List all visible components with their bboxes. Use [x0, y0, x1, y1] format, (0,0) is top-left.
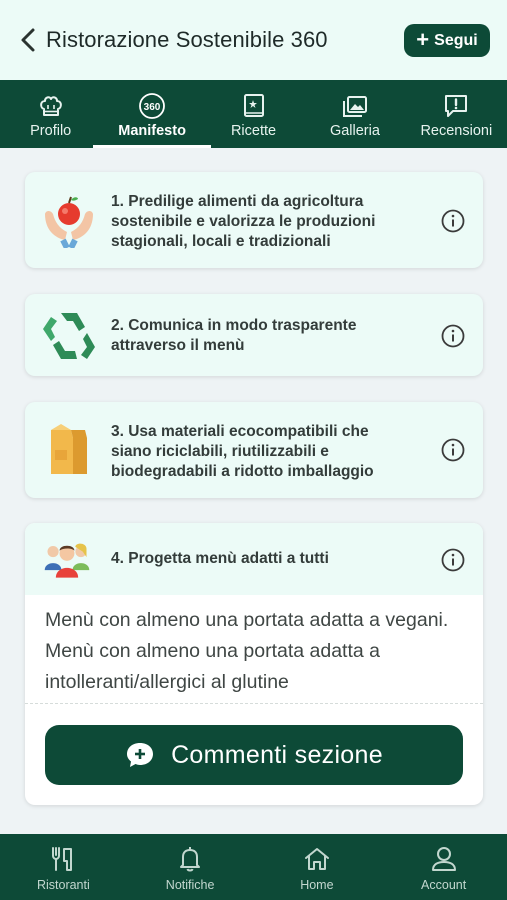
page-title: Ristorazione Sostenibile 360	[46, 27, 328, 52]
info-icon[interactable]	[441, 548, 465, 572]
tab-label: Manifesto	[118, 123, 186, 139]
nav-label: Ristoranti	[36, 878, 90, 892]
chef-hat-icon	[39, 96, 62, 116]
tab-recensioni[interactable]: Recensioni	[406, 80, 507, 148]
gallery-icon	[342, 96, 367, 117]
nav-home[interactable]: Home	[254, 834, 381, 900]
info-icon[interactable]	[441, 438, 465, 462]
paper-bag-icon	[51, 424, 87, 474]
hands-apple-icon	[45, 196, 93, 248]
home-icon	[304, 848, 329, 870]
plus-icon: +	[416, 26, 430, 52]
tab-label: Profilo	[30, 123, 72, 139]
tab-label: Recensioni	[420, 123, 493, 139]
cutlery-icon	[52, 847, 73, 871]
manifesto-item-2[interactable]: 2. Comunica in modo trasparente attraver…	[25, 294, 483, 376]
tab-ricette[interactable]: Ricette	[203, 80, 304, 148]
info-icon[interactable]	[441, 324, 465, 348]
app-header: Ristorazione Sostenibile 360 + Segui	[0, 0, 507, 80]
tab-label: Ricette	[230, 123, 277, 139]
tab-galleria[interactable]: Galleria	[304, 80, 405, 148]
manifesto-description: Menù con almeno una portata adatta a veg…	[45, 609, 449, 693]
divider	[25, 703, 483, 704]
nav-ristoranti[interactable]: Ristoranti	[0, 834, 127, 900]
recycle-icon	[43, 313, 95, 359]
review-icon	[445, 95, 468, 117]
section-comments-button[interactable]: Commenti sezione	[45, 725, 463, 785]
manifesto-text: 3. Usa materiali ecocompatibili che sian…	[111, 423, 374, 480]
recipe-book-icon	[243, 94, 264, 117]
section-comments-label: Commenti sezione	[171, 740, 383, 769]
bottom-nav: Ristoranti Notifiche Home Account	[0, 834, 507, 900]
manifesto-item-4: 4. Progetta menù adatti a tutti Menù con…	[25, 523, 483, 805]
follow-label: Segui	[434, 31, 478, 49]
people-icon	[44, 543, 90, 578]
info-icon[interactable]	[441, 209, 465, 233]
manifesto-item-4-header[interactable]: 4. Progetta menù adatti a tutti	[25, 523, 483, 595]
manifesto-text: 2. Comunica in modo trasparente attraver…	[111, 317, 357, 354]
manifesto-item-1[interactable]: 1. Predilige alimenti da agricoltura sos…	[25, 172, 483, 268]
tab-profilo[interactable]: Profilo	[0, 80, 101, 148]
tab-bar: Profilo 360 Manifesto Ricette Galleria R…	[0, 80, 507, 148]
nav-label: Home	[300, 878, 334, 892]
badge-360-icon: 360	[139, 93, 166, 119]
bell-icon	[180, 847, 201, 872]
svg-text:360: 360	[144, 102, 161, 113]
manifesto-text: 1. Predilige alimenti da agricoltura sos…	[111, 193, 376, 250]
back-button[interactable]	[14, 24, 42, 56]
nav-account[interactable]: Account	[380, 834, 507, 900]
nav-label: Notifiche	[165, 878, 215, 892]
manifesto-item-3[interactable]: 3. Usa materiali ecocompatibili che sian…	[25, 402, 483, 498]
nav-notifiche[interactable]: Notifiche	[127, 834, 254, 900]
follow-button[interactable]: + Segui	[404, 24, 490, 57]
tab-label: Galleria	[329, 123, 380, 139]
manifesto-text: 4. Progetta menù adatti a tutti	[111, 550, 329, 567]
chevron-left-icon	[21, 28, 35, 52]
nav-label: Account	[421, 878, 467, 892]
account-icon	[431, 847, 456, 871]
comment-add-icon	[127, 743, 154, 767]
tab-manifesto[interactable]: 360 Manifesto	[93, 80, 212, 148]
